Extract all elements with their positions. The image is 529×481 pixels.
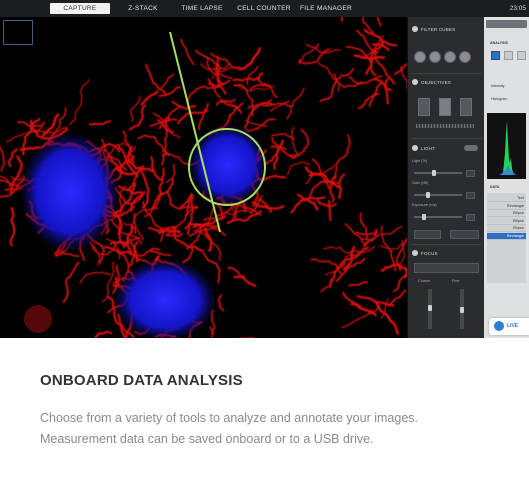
focus-title: FOCUS	[421, 251, 438, 256]
feature-heading: ONBOARD DATA ANALYSIS	[40, 372, 243, 389]
measurement-table: Text Rectangle Ellipse Ellipse Ellipse Rectan…	[487, 193, 526, 283]
histogram-plot	[487, 113, 526, 179]
nucleus-left	[22, 134, 118, 250]
light-slider-knob[interactable]	[432, 170, 436, 176]
histogram-graphic	[499, 121, 517, 175]
analysis-panel: ANALYSIS Intensity Histogram DATA Text Re…	[484, 17, 529, 338]
shape-tool-icon[interactable]	[517, 51, 526, 60]
filter-cube-2[interactable]	[429, 51, 441, 63]
divider	[411, 73, 482, 74]
mitochondria-strand	[327, 199, 332, 222]
analysis-header	[486, 20, 527, 28]
exposure-label: Exposure (ms)	[412, 203, 437, 207]
focus-icon	[412, 250, 418, 256]
objective-icon	[412, 79, 418, 85]
tab-file-manager[interactable]: FILE MANAGER	[299, 3, 353, 14]
fine-focus-knob[interactable]	[460, 307, 464, 313]
live-button[interactable]: LIVE	[489, 318, 529, 335]
table-row[interactable]: Rectangle	[487, 232, 526, 240]
auto-button[interactable]	[414, 230, 441, 239]
marketing-panel: CAPTURE Z-STACK TIME LAPSE CELL COUNTER …	[0, 0, 529, 481]
divider	[411, 244, 482, 245]
fine-label: Fine	[452, 279, 460, 283]
table-row[interactable]: Ellipse	[487, 225, 526, 232]
coarse-label: Coarse	[418, 279, 431, 283]
description-line-2: Measurement data can be saved onboard or…	[40, 432, 374, 446]
description-line-1: Choose from a variety of tools to analyz…	[40, 411, 418, 425]
coarse-focus-knob[interactable]	[428, 305, 432, 311]
text-tool-icon[interactable]	[504, 51, 513, 60]
filter-cube-4[interactable]	[459, 51, 471, 63]
objective-button-1[interactable]	[418, 98, 430, 116]
light-icon	[412, 145, 418, 151]
analysis-title: ANALYSIS	[490, 41, 508, 45]
divider	[411, 138, 482, 139]
filter-cube-3[interactable]	[444, 51, 456, 63]
objective-button-3[interactable]	[460, 98, 472, 116]
tab-time-lapse[interactable]: TIME LAPSE	[176, 3, 228, 14]
focus-readout	[414, 263, 479, 273]
fluorescence-image	[0, 17, 407, 338]
gain-slider-knob[interactable]	[426, 192, 430, 198]
clock: 23:05	[509, 5, 526, 12]
tab-capture[interactable]: CAPTURE	[50, 3, 110, 14]
filter-cubes-title: FILTER CUBES	[421, 27, 456, 32]
table-row[interactable]: Ellipse	[487, 218, 526, 225]
live-icon	[494, 321, 504, 331]
table-row[interactable]: Ellipse	[487, 210, 526, 217]
feature-description: Choose from a variety of tools to analyz…	[40, 408, 500, 450]
mode-tab-bar: CAPTURE Z-STACK TIME LAPSE CELL COUNTER …	[0, 0, 529, 17]
objectives-title: OBJECTIVES	[421, 80, 452, 85]
image-viewport[interactable]	[0, 17, 407, 338]
objective-button-2[interactable]	[439, 98, 451, 116]
control-panel: FILTER CUBES OBJECTIVES LIGHT Light (%) …	[407, 17, 484, 338]
light-slider[interactable]	[414, 172, 462, 174]
objective-scale	[416, 124, 474, 128]
filter-cube-1[interactable]	[414, 51, 426, 63]
exposure-slider-knob[interactable]	[422, 214, 426, 220]
tab-z-stack[interactable]: Z-STACK	[117, 3, 169, 14]
table-row[interactable]: Text	[487, 195, 526, 202]
histogram-label: Histogram	[491, 97, 508, 101]
navigator-thumbnail[interactable]	[3, 20, 33, 45]
light-title: LIGHT	[421, 146, 436, 151]
gain-slider[interactable]	[414, 194, 462, 196]
table-row[interactable]: Rectangle	[487, 203, 526, 210]
light-value-box[interactable]	[466, 170, 475, 177]
live-label: LIVE	[507, 323, 519, 329]
light-toggle[interactable]	[464, 145, 478, 151]
data-title: DATA	[490, 185, 500, 189]
nucleus-bottom	[115, 260, 215, 338]
filter-icon	[412, 26, 418, 32]
gain-label: Gain (dB)	[412, 181, 429, 185]
light-label: Light (%)	[412, 159, 428, 163]
preset-button[interactable]	[450, 230, 479, 239]
gain-value-box[interactable]	[466, 192, 475, 199]
exposure-value-box[interactable]	[466, 214, 475, 221]
select-tool-icon[interactable]	[491, 51, 500, 60]
tab-cell-counter[interactable]: CELL COUNTER	[233, 3, 295, 14]
feature-caption: ONBOARD DATA ANALYSIS Choose from a vari…	[0, 338, 529, 481]
intensity-label: Intensity	[491, 84, 505, 88]
